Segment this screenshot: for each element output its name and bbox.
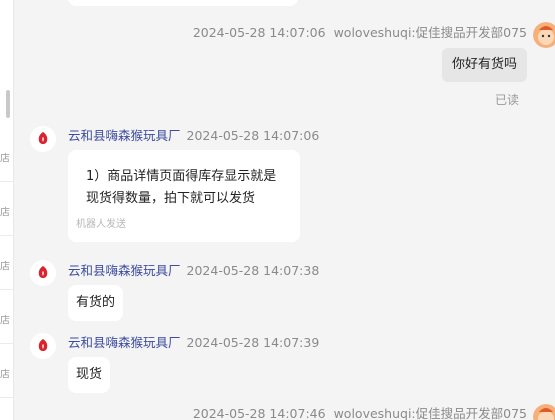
shop-avatar[interactable]: [30, 126, 56, 152]
conversation-item[interactable]: 店: [0, 132, 14, 182]
shop-name[interactable]: 云和县嗨森猴玩具厂: [68, 128, 181, 143]
robot-sent-note: 机器人发送: [76, 219, 126, 230]
conversation-item[interactable]: 店: [0, 186, 14, 236]
message-text: 你好有货吗: [451, 57, 517, 72]
incoming-message-bubble[interactable]: 现货: [68, 357, 111, 393]
previous-message-bubble: [68, 0, 298, 6]
own-avatar-icon[interactable]: [533, 404, 555, 420]
message-timestamp: 2024-05-28 14:07:38: [186, 263, 320, 278]
message-meta: 2024-05-28 14:07:46 woloveshuqi:促佳搜品开发部07…: [193, 403, 527, 420]
message-timestamp: 2024-05-28 14:07:06: [186, 128, 320, 143]
incoming-message-bubble[interactable]: 有货的: [68, 285, 124, 321]
shop-logo-icon: [38, 266, 48, 278]
message-text-line: 现货得数量，拍下就可以发货: [86, 191, 256, 206]
conversation-item[interactable]: 店: [0, 294, 14, 344]
shop-logo-icon: [38, 339, 48, 351]
shop-name[interactable]: 云和县嗨森猴玩具厂: [68, 335, 181, 350]
shop-avatar[interactable]: [30, 333, 56, 359]
shop-logo-icon: [38, 132, 48, 144]
own-avatar-icon[interactable]: [533, 22, 555, 48]
message-text-line: 1）商品详情页面得库存显示就是: [86, 169, 277, 184]
conversation-list-scrollbar[interactable]: [6, 90, 10, 118]
conversation-item-fragment: 店: [0, 369, 10, 380]
message-text: 现货: [76, 367, 103, 382]
conversation-item[interactable]: 店: [0, 348, 14, 398]
message-timestamp: 2024-05-28 14:07:46: [192, 406, 326, 420]
read-status: 已读: [494, 93, 519, 107]
message-sender: woloveshuqi:促佳搜品开发部075: [333, 406, 527, 420]
conversation-list-strip: 店 店 店 店 店: [0, 0, 14, 420]
message-sender: woloveshuqi:促佳搜品开发部075: [333, 25, 527, 40]
message-header: 云和县嗨森猴玩具厂 2024-05-28 14:07:39: [68, 332, 319, 351]
message-header: 云和县嗨森猴玩具厂 2024-05-28 14:07:38: [68, 260, 319, 279]
conversation-item-fragment: 店: [0, 207, 10, 218]
conversation-item-fragment: 店: [0, 153, 10, 164]
shop-name[interactable]: 云和县嗨森猴玩具厂: [68, 263, 181, 278]
conversation-item-fragment: 店: [0, 315, 10, 326]
conversation-item[interactable]: 店: [0, 240, 14, 290]
message-text: 有货的: [76, 295, 116, 310]
message-area: 2024-05-28 14:07:06 woloveshuqi:促佳搜品开发部07…: [14, 0, 555, 420]
message-timestamp: 2024-05-28 14:07:39: [186, 335, 320, 350]
incoming-message-bubble[interactable]: 1）商品详情页面得库存显示就是 现货得数量，拍下就可以发货 机器人发送: [68, 150, 300, 242]
message-timestamp: 2024-05-28 14:07:06: [192, 25, 326, 40]
message-meta: 2024-05-28 14:07:06 woloveshuqi:促佳搜品开发部07…: [193, 22, 527, 41]
outgoing-message-bubble[interactable]: 你好有货吗: [441, 48, 527, 82]
message-header: 云和县嗨森猴玩具厂 2024-05-28 14:07:06: [68, 125, 319, 144]
chat-window: 店 店 店 店 店 2024-05-28 14:07:06 woloveshuqi…: [0, 0, 555, 420]
conversation-item-fragment: 店: [0, 261, 10, 272]
shop-avatar[interactable]: [30, 260, 56, 286]
